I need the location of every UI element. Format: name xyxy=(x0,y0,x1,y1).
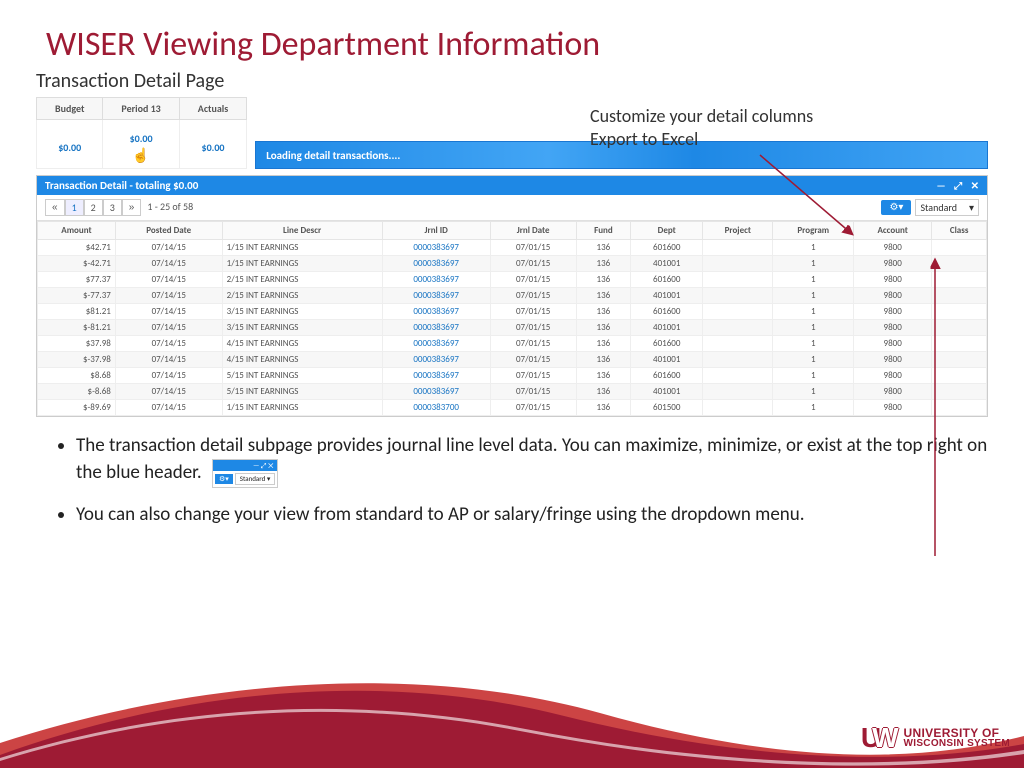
uw-logo: UW UNIVERSITY OF WISCONSIN SYSTEM xyxy=(861,722,1010,754)
annotation-arrows xyxy=(0,0,1024,768)
uw-logo-mark: UW xyxy=(861,722,896,754)
uw-logo-text: UNIVERSITY OF WISCONSIN SYSTEM xyxy=(904,727,1010,749)
